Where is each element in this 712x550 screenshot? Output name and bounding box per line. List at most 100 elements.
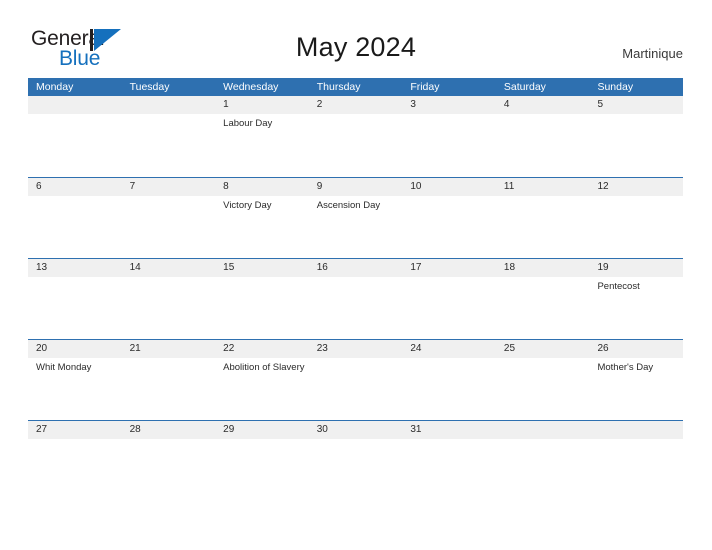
- day-number: 4: [503, 99, 510, 110]
- day-cell-15[interactable]: 15: [215, 259, 309, 339]
- day-cell-22[interactable]: 22 Abolition of Slavery: [215, 340, 309, 420]
- day-number: 8: [223, 181, 229, 192]
- holiday-event: Abolition of Slavery: [223, 362, 305, 373]
- weekday-header-monday: Monday: [36, 81, 74, 93]
- day-number: 22: [223, 343, 235, 354]
- day-number: 28: [129, 424, 141, 435]
- day-cell-5[interactable]: 5: [589, 96, 683, 177]
- day-number: 31: [410, 424, 422, 435]
- day-cell-13[interactable]: 13: [28, 259, 122, 339]
- day-number: 3: [410, 99, 416, 110]
- day-cell-9[interactable]: 9 Ascension Day: [309, 178, 403, 258]
- day-cell-31[interactable]: 31: [402, 421, 496, 501]
- week-cells: 1 Labour Day 2 3 4 5: [28, 96, 683, 177]
- day-number: 14: [129, 262, 141, 273]
- day-cell-27[interactable]: 27: [28, 421, 122, 501]
- calendar-weeks: 1 Labour Day 2 3 4 5 6 7 8 Victory Day 9 Ascension …: [28, 96, 683, 501]
- day-events: Pentecost: [597, 277, 683, 293]
- day-cell-3[interactable]: 3: [402, 96, 496, 177]
- day-number: 26: [597, 343, 609, 354]
- day-cell-29[interactable]: 29: [215, 421, 309, 501]
- day-number: 2: [316, 99, 323, 110]
- calendar-grid: Monday Tuesday Wednesday Thursday Friday Satu…: [28, 78, 683, 501]
- day-cell-1[interactable]: 1 Labour Day: [215, 96, 309, 177]
- weekday-header-thursday: Thursday: [316, 81, 361, 93]
- weekday-header-saturday: Saturday: [503, 81, 546, 93]
- holiday-event: Victory Day: [223, 200, 272, 211]
- weekday-header-row: Monday Tuesday Wednesday Thursday Friday Satu…: [28, 78, 683, 96]
- day-cell-14[interactable]: 14: [122, 259, 216, 339]
- week-cells: 6 7 8 Victory Day 9 Ascension Day 10 11 12: [28, 178, 683, 258]
- holiday-event: Pentecost: [597, 281, 640, 292]
- day-number: 12: [597, 181, 609, 192]
- day-cell-20[interactable]: 20 Whit Monday: [28, 340, 122, 420]
- day-cell-6[interactable]: 6: [28, 178, 122, 258]
- holiday-event: Labour Day: [223, 118, 273, 129]
- day-number: 20: [36, 343, 48, 354]
- day-cell-7[interactable]: 7: [122, 178, 216, 258]
- day-number: 7: [129, 181, 136, 192]
- day-number: 29: [223, 424, 235, 435]
- day-number: 30: [316, 424, 328, 435]
- day-number: 10: [410, 181, 422, 192]
- page-title: May 2024: [295, 32, 417, 62]
- calendar-week-row: 1 Labour Day 2 3 4 5: [28, 96, 683, 177]
- day-cell-26[interactable]: 26 Mother's Day: [589, 340, 683, 420]
- calendar-week-row: 6 7 8 Victory Day 9 Ascension Day 10 11 12: [28, 177, 683, 258]
- holiday-event: Whit Monday: [36, 362, 92, 373]
- day-cell-empty: [589, 421, 683, 501]
- region-label: Martinique: [622, 46, 683, 61]
- day-events: Whit Monday: [36, 358, 122, 374]
- weekday-header-tuesday: Tuesday: [129, 81, 170, 93]
- weekday-header-sunday: Sunday: [597, 81, 634, 93]
- week-cells: 20 Whit Monday 21 22 Abolition of Slavery 23 2…: [28, 340, 683, 420]
- day-cell-empty: [28, 96, 122, 177]
- day-number: 9: [316, 181, 323, 192]
- day-cell-16[interactable]: 16: [309, 259, 403, 339]
- day-number: 25: [503, 343, 516, 354]
- day-cell-28[interactable]: 28: [122, 421, 216, 501]
- calendar-week-row: 27 28 29 30 31: [28, 420, 683, 501]
- day-events: Labour Day: [223, 114, 309, 130]
- day-cell-24[interactable]: 24: [402, 340, 496, 420]
- day-number: 1: [223, 99, 229, 110]
- day-cell-empty: [122, 96, 216, 177]
- day-cell-19[interactable]: 19 Pentecost: [589, 259, 683, 339]
- weekday-header-friday: Friday: [410, 81, 440, 93]
- day-cell-4[interactable]: 4: [496, 96, 590, 177]
- day-cell-12[interactable]: 12: [589, 178, 683, 258]
- day-cell-10[interactable]: 10: [402, 178, 496, 258]
- day-cell-30[interactable]: 30: [309, 421, 403, 501]
- day-number: 16: [316, 262, 328, 273]
- day-number: 19: [597, 262, 609, 273]
- calendar-week-row: 20 Whit Monday 21 22 Abolition of Slavery 23 2…: [28, 339, 683, 420]
- day-number: 18: [503, 262, 516, 273]
- day-number: 23: [316, 343, 328, 354]
- weekday-header-wednesday: Wednesday: [223, 81, 279, 93]
- holiday-event: Ascension Day: [316, 200, 381, 211]
- day-cell-empty: [496, 421, 590, 501]
- day-cell-11[interactable]: 11: [496, 178, 590, 258]
- week-cells: 13 14 15 16 17 18 19 Pentecost: [28, 259, 683, 339]
- day-number: 17: [410, 262, 422, 273]
- day-number: 5: [597, 99, 604, 110]
- day-cell-21[interactable]: 21: [122, 340, 216, 420]
- day-number: 21: [129, 343, 141, 354]
- day-events: Abolition of Slavery: [223, 358, 309, 374]
- page-header: General Blue May 2024 Martinique: [0, 0, 712, 69]
- day-cell-25[interactable]: 25: [496, 340, 590, 420]
- day-cell-23[interactable]: 23: [309, 340, 403, 420]
- week-cells: 27 28 29 30 31: [28, 421, 683, 501]
- day-events: Mother's Day: [597, 358, 683, 374]
- day-cell-8[interactable]: 8 Victory Day: [215, 178, 309, 258]
- day-number: 24: [410, 343, 422, 354]
- calendar-week-row: 13 14 15 16 17 18 19 Pentecost: [28, 258, 683, 339]
- day-events: Ascension Day: [317, 196, 403, 212]
- day-number: 11: [503, 181, 515, 192]
- day-cell-17[interactable]: 17: [402, 259, 496, 339]
- day-number: 13: [36, 262, 48, 273]
- day-events: Victory Day: [223, 196, 309, 212]
- holiday-event: Mother's Day: [597, 362, 654, 373]
- day-cell-18[interactable]: 18: [496, 259, 590, 339]
- day-cell-2[interactable]: 2: [309, 96, 403, 177]
